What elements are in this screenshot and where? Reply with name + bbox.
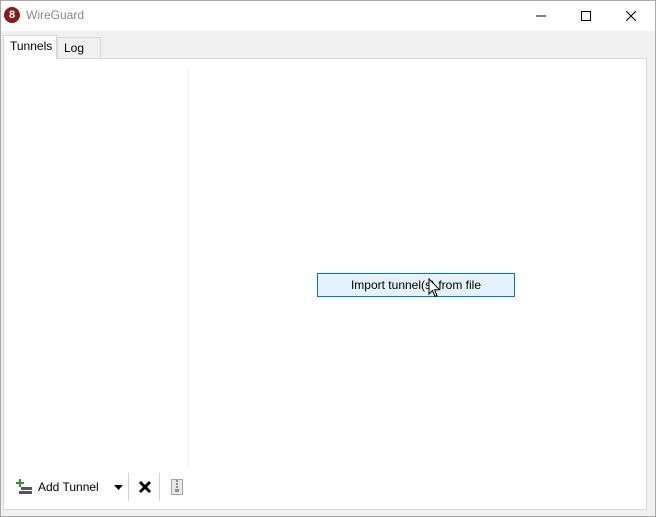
toolbar-separator — [128, 473, 129, 501]
toolbar-separator — [159, 473, 160, 501]
export-tunnels-button[interactable] — [166, 475, 188, 499]
tab-tunnels[interactable]: Tunnels — [3, 35, 57, 59]
delete-tunnel-button[interactable] — [134, 475, 156, 499]
tab-log[interactable]: Log — [57, 37, 101, 58]
add-tunnel-dropdown[interactable] — [110, 475, 126, 499]
title-bar[interactable]: 8 WireGuard — [1, 1, 655, 31]
delete-icon — [138, 480, 152, 494]
window-title: WireGuard — [26, 8, 85, 22]
tunnels-panel: Import tunnel(s) from file Add Tunnel — [3, 58, 647, 510]
maximize-button[interactable] — [563, 1, 609, 31]
minimize-button[interactable] — [518, 1, 564, 31]
import-tunnels-button[interactable]: Import tunnel(s) from file — [317, 273, 515, 297]
add-tunnel-icon — [16, 479, 32, 494]
close-button[interactable] — [608, 1, 654, 31]
export-zip-icon — [171, 479, 183, 495]
tunnel-list[interactable] — [4, 69, 189, 467]
dropdown-arrow-icon — [113, 484, 123, 490]
close-icon — [626, 11, 636, 21]
add-tunnel-button[interactable]: Add Tunnel — [16, 475, 99, 499]
add-tunnel-label: Add Tunnel — [38, 480, 99, 494]
wireguard-window: 8 WireGuard Tunnels Log Import tunnel(s)… — [0, 0, 656, 517]
maximize-icon — [581, 11, 591, 21]
minimize-icon — [536, 15, 546, 17]
tunnel-toolbar: Add Tunnel — [4, 469, 188, 505]
wireguard-logo-icon: 8 — [4, 7, 20, 23]
